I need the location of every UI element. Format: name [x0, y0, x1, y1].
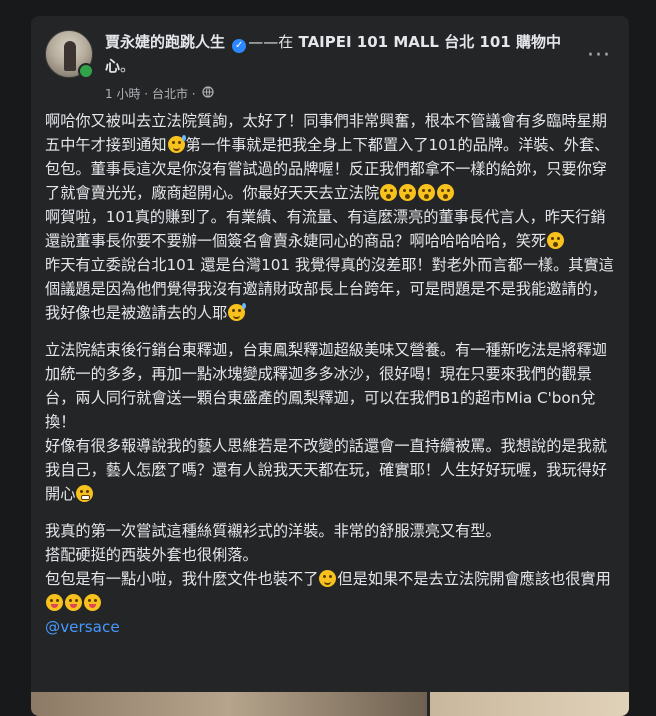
tongue-face-emoji: [46, 594, 63, 611]
place-suffix: 。: [120, 57, 136, 75]
verified-badge-icon: ✓: [232, 39, 247, 53]
more-horizontal-icon: ···: [587, 43, 611, 68]
paragraph-3: 我真的第一次嘗試這種絲質襯衫式的洋裝。非常的舒服漂亮又有型。 搭配硬挺的西裝外套…: [45, 519, 615, 615]
meta-separator: ·: [144, 87, 149, 101]
paragraph-1: 啊哈你又被叫去立法院質詢，太好了！同事們非常興奮，根本不管議會有多臨時星期五中午…: [45, 109, 615, 325]
grimacing-face-emoji: [76, 485, 94, 502]
mention-line: @versace: [45, 615, 615, 639]
text-segment: 但是如果不是去立法院開會應該也很實用: [337, 570, 611, 588]
post-timestamp[interactable]: 1 小時: [105, 87, 140, 101]
text-segment: 啊賀啦，101真的賺到了。有業績、有流量、有這麼漂亮的董事長代言人，昨天行銷還說…: [45, 208, 606, 250]
post-meta: 1 小時 · 台北市 ·: [105, 86, 215, 102]
post-body: 啊哈你又被叫去立法院質詢，太好了！同事們非常興奮，根本不管議會有多臨時星期五中午…: [45, 109, 615, 639]
author-avatar[interactable]: [45, 30, 94, 79]
more-options-button[interactable]: ···: [585, 43, 613, 74]
paragraph-2: 立法院結束後行銷台東釋迦，台東鳳梨釋迦超級美味又營養。有一種新吃法是將釋迦加統一…: [45, 338, 615, 506]
globe-icon[interactable]: [202, 86, 215, 102]
text-segment: 立法院結束後行銷台東釋迦，台東鳳梨釋迦超級美味又營養。有一種新吃法是將釋迦加統一…: [45, 341, 607, 503]
meta-separator-2: ·: [191, 87, 196, 101]
post-location: 台北市: [151, 87, 188, 101]
post-title-line: 賈永婕的跑跳人生 ✓ ——在 TAIPEI 101 MALL 台北 101 購物中…: [105, 30, 575, 78]
astonished-face-emoji: [380, 184, 398, 201]
versace-mention-link[interactable]: @versace: [45, 618, 120, 636]
tongue-face-emoji: [84, 594, 101, 611]
grinning-sweat-emoji: [228, 303, 247, 321]
astonished-face-emoji: [399, 184, 417, 201]
post-photo-1[interactable]: [31, 692, 427, 716]
post-photo-2[interactable]: [430, 692, 629, 716]
author-name[interactable]: 賈永婕的跑跳人生: [105, 33, 225, 51]
tongue-face-emoji: [65, 594, 82, 611]
with-label: ——在: [248, 33, 294, 51]
grinning-sweat-emoji: [167, 135, 186, 153]
post-header: 賈永婕的跑跳人生 ✓ ——在 TAIPEI 101 MALL 台北 101 購物中…: [43, 26, 617, 106]
online-status-dot: [78, 63, 94, 79]
astonished-face-emoji: [437, 184, 455, 201]
astonished-face-emoji: [418, 184, 436, 201]
astonished-face-emoji: [547, 232, 565, 249]
text-segment: 昨天有立委說台北101 還是台灣101 我覺得真的沒差耶！對老外而言都一樣。其實…: [45, 256, 614, 322]
post-photos: [31, 692, 629, 716]
smiling-face-emoji: [319, 570, 337, 587]
facebook-post-card: 賈永婕的跑跳人生 ✓ ——在 TAIPEI 101 MALL 台北 101 購物中…: [31, 16, 629, 716]
